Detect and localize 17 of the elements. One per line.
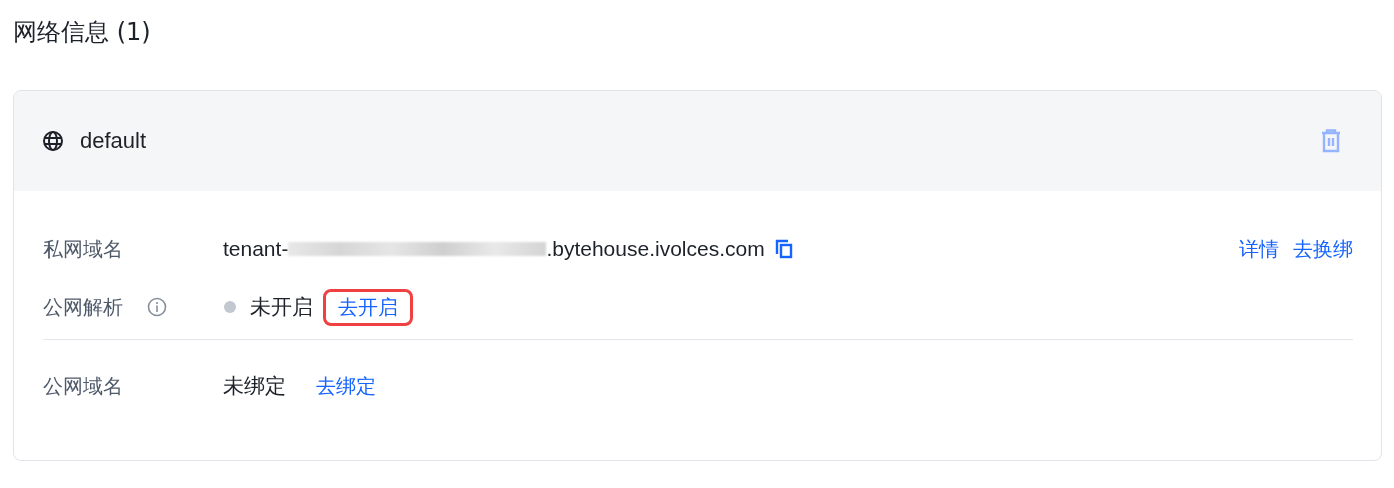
copy-icon[interactable] — [774, 239, 793, 259]
field-label: 公网解析 — [43, 293, 123, 321]
domain-prefix: tenant- — [223, 237, 289, 261]
globe-icon — [42, 130, 64, 152]
network-name: default — [80, 128, 147, 154]
field-label: 公网域名 — [43, 372, 124, 400]
enable-link[interactable]: 去开启 — [323, 288, 413, 326]
field-label: 私网域名 — [43, 235, 124, 263]
section-title: 网络信息 (1) — [13, 17, 152, 48]
status-text: 未绑定 — [223, 373, 286, 399]
action-link[interactable]: 去换绑 — [1293, 235, 1353, 263]
bind-link[interactable]: 去绑定 — [316, 372, 376, 400]
delete-icon[interactable] — [1321, 129, 1341, 153]
domain-suffix: .bytehouse.ivolces.com — [546, 237, 765, 261]
info-icon[interactable] — [147, 297, 167, 317]
status-text: 未开启 — [250, 294, 313, 320]
action-link[interactable]: 详情 — [1239, 235, 1279, 263]
